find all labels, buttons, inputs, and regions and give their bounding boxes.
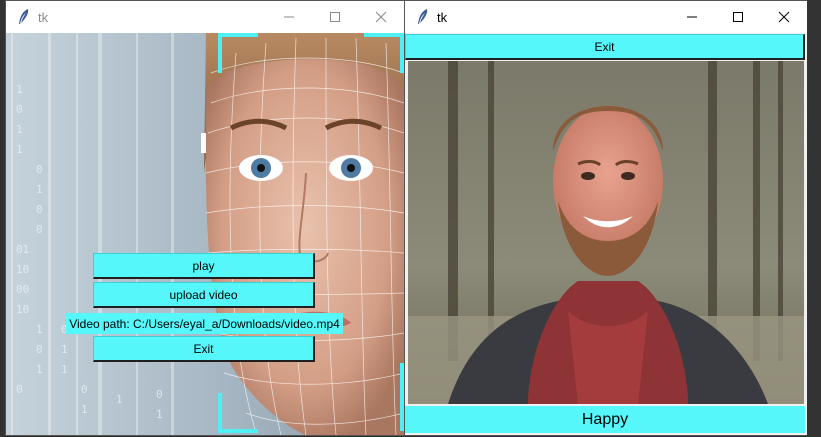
svg-text:1: 1 <box>16 123 23 136</box>
minimize-button[interactable] <box>669 1 715 33</box>
svg-text:0: 0 <box>16 103 23 116</box>
svg-text:0: 0 <box>81 383 88 396</box>
feather-icon <box>19 9 29 24</box>
exit-button[interactable]: Exit <box>405 34 805 60</box>
svg-text:1: 1 <box>81 403 88 416</box>
svg-text:1: 1 <box>36 183 43 196</box>
right-window-titlebar[interactable]: tk <box>405 1 807 33</box>
svg-text:1: 1 <box>156 408 163 421</box>
minimize-button[interactable] <box>266 1 312 33</box>
exit-button[interactable]: Exit <box>93 336 315 362</box>
maximize-icon <box>330 12 340 22</box>
close-icon <box>778 11 790 23</box>
svg-text:0: 0 <box>36 343 43 356</box>
left-window: tk 1 0 1 1 0 1 0 0 01 10 00 10 1 0 1 0 0… <box>6 1 404 435</box>
play-button[interactable]: play <box>93 253 315 279</box>
svg-text:01: 01 <box>16 243 29 256</box>
close-icon <box>375 11 387 23</box>
svg-text:10: 10 <box>16 303 29 316</box>
close-button[interactable] <box>761 1 807 33</box>
maximize-icon <box>733 12 743 22</box>
svg-text:0: 0 <box>16 383 23 396</box>
video-path-label: Video path: C:/Users/eyal_a/Downloads/vi… <box>66 313 343 334</box>
desktop-background <box>807 0 821 437</box>
svg-text:0: 0 <box>36 223 43 236</box>
svg-text:0: 0 <box>36 203 43 216</box>
window-title: tk <box>38 9 49 25</box>
svg-text:1: 1 <box>16 83 23 96</box>
svg-text:1: 1 <box>116 393 123 406</box>
svg-text:1: 1 <box>36 363 43 376</box>
svg-text:1: 1 <box>16 143 23 156</box>
svg-text:10: 10 <box>16 263 29 276</box>
close-button[interactable] <box>358 1 404 33</box>
svg-text:1: 1 <box>61 343 68 356</box>
minimize-icon <box>687 16 697 18</box>
upload-video-button[interactable]: upload video <box>93 282 315 308</box>
emotion-label: Happy <box>405 406 805 433</box>
left-window-titlebar[interactable]: tk <box>6 1 404 33</box>
maximize-button[interactable] <box>715 1 761 33</box>
svg-text:00: 00 <box>16 283 29 296</box>
right-window: tk Exit Happy <box>405 1 807 435</box>
maximize-button[interactable] <box>312 1 358 33</box>
svg-text:1: 1 <box>36 323 43 336</box>
feather-icon <box>418 9 428 24</box>
minimize-icon <box>284 16 294 18</box>
svg-text:1: 1 <box>61 363 68 376</box>
svg-text:0: 0 <box>156 388 163 401</box>
face-scan-image: 1011 0100 01 10 00 10 1010 011 0110 1 <box>6 33 404 435</box>
window-title: tk <box>437 9 448 25</box>
video-frame-image <box>408 61 804 404</box>
svg-text:0: 0 <box>36 163 43 176</box>
